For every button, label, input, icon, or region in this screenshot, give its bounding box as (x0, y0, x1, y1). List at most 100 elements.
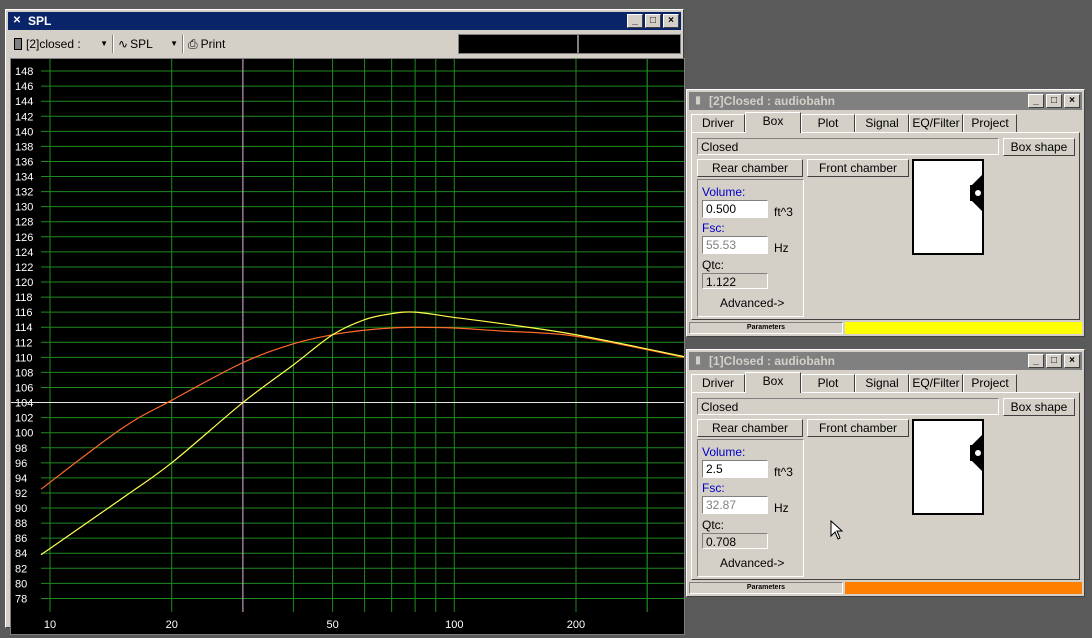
toolbar-divider (182, 35, 184, 53)
y-tick-label: 94 (15, 473, 27, 485)
tab-box[interactable]: Box (745, 112, 801, 133)
y-tick-label: 142 (15, 111, 33, 123)
minimize-icon[interactable]: _ (627, 14, 643, 28)
tab-plot[interactable]: Plot (801, 374, 855, 392)
maximize-icon[interactable]: □ (1046, 94, 1062, 108)
driver-select-label: [2]closed : (26, 37, 81, 51)
volume-input[interactable]: 0.500 (702, 200, 768, 218)
close-icon[interactable]: × (1064, 94, 1080, 108)
toolbar-divider (112, 35, 114, 53)
speaker-driver-icon (970, 175, 982, 211)
tab-eq-filter[interactable]: EQ/Filter (909, 114, 963, 132)
print-button-label: Print (200, 37, 226, 51)
speaker-icon: ▮ (695, 95, 701, 106)
tab-driver[interactable]: Driver (691, 374, 745, 392)
box-window-titlebar[interactable]: ▮ [2]Closed : audiobahn _ □ × (689, 92, 1082, 110)
driver-color-swatch (845, 322, 1082, 334)
y-tick-label: 132 (15, 187, 33, 199)
fsc-label: Fsc: (702, 481, 725, 495)
tab-project[interactable]: Project (963, 374, 1017, 392)
spl-plot-area[interactable]: 148 146 144 142 140 138 136 134 132 130 128 126 124 1… (10, 58, 685, 635)
rear-chamber-button[interactable]: Rear chamber (697, 419, 803, 437)
box-shape-button[interactable]: Box shape (1003, 398, 1075, 416)
tab-signal[interactable]: Signal (855, 114, 909, 132)
spl-window: ✕ SPL _ □ × [2]closed : ▼ ∿ SPL ▼ ⎙ Print … (5, 9, 685, 635)
box-panel: Closed Box shape Rear chamber Front cham… (691, 132, 1080, 320)
box-statusbar: Parameters (689, 582, 1082, 594)
box-window-title: [1]Closed : audiobahn (709, 354, 835, 368)
box-type-field[interactable]: Closed (697, 398, 999, 415)
y-tick-label: 130 (15, 202, 33, 214)
box-window-titlebar[interactable]: ▮ [1]Closed : audiobahn _ □ × (689, 352, 1082, 370)
chevron-down-icon: ▼ (100, 39, 108, 48)
tab-driver[interactable]: Driver (691, 114, 745, 132)
front-chamber-button[interactable]: Front chamber (807, 419, 909, 437)
y-tick-label: 148 (15, 66, 33, 78)
print-button[interactable]: ⎙ Print (188, 34, 238, 54)
maximize-icon[interactable]: □ (645, 14, 661, 28)
tab-signal[interactable]: Signal (855, 374, 909, 392)
speaker-driver-icon (970, 435, 982, 471)
front-chamber-button[interactable]: Front chamber (807, 159, 909, 177)
spl-window-title: SPL (28, 14, 52, 28)
close-icon[interactable]: × (663, 14, 679, 28)
box-type-field[interactable]: Closed (697, 138, 999, 155)
printer-icon: ⎙ (188, 37, 198, 51)
x-tick-label: 50 (326, 619, 338, 631)
y-tick-label: 118 (15, 292, 33, 304)
fsc-input[interactable]: 55.53 (702, 236, 768, 254)
fsc-label: Fsc: (702, 221, 725, 235)
readout-box-2 (578, 34, 681, 54)
x-tick-label: 10 (44, 619, 56, 631)
spl-titlebar[interactable]: ✕ SPL _ □ × (8, 12, 681, 30)
advanced-button[interactable]: Advanced-> (720, 296, 784, 310)
y-tick-label: 92 (15, 488, 27, 500)
close-icon[interactable]: × (1064, 354, 1080, 368)
y-tick-label: 126 (15, 232, 33, 244)
x-tick-label: 200 (567, 619, 585, 631)
spl-chart[interactable]: 148 146 144 142 140 138 136 134 132 130 128 126 124 1… (11, 59, 684, 634)
fsc-unit: Hz (774, 501, 789, 515)
tab-box[interactable]: Box (745, 372, 801, 393)
tab-project[interactable]: Project (963, 114, 1017, 132)
maximize-icon[interactable]: □ (1046, 354, 1062, 368)
y-tick-label: 108 (15, 367, 33, 379)
volume-unit: ft^3 (774, 465, 793, 479)
y-tick-label: 100 (15, 428, 33, 440)
box-window-title: [2]Closed : audiobahn (709, 94, 835, 108)
minimize-icon[interactable]: _ (1028, 354, 1044, 368)
mouse-cursor-icon (830, 520, 844, 540)
volume-input[interactable]: 2.5 (702, 460, 768, 478)
y-tick-label: 120 (15, 277, 33, 289)
driver-select[interactable]: [2]closed : ▼ (14, 34, 110, 54)
y-tick-label: 136 (15, 156, 33, 168)
y-tick-label: 110 (15, 352, 33, 364)
parameters-status: Parameters (689, 322, 843, 334)
fsc-input[interactable]: 32.87 (702, 496, 768, 514)
x-tick-label: 100 (445, 619, 463, 631)
volume-label: Volume: (702, 445, 746, 459)
box-shape-button[interactable]: Box shape (1003, 138, 1075, 156)
tab-plot[interactable]: Plot (801, 114, 855, 132)
y-tick-label: 146 (15, 81, 33, 93)
qtc-value: 1.122 (702, 273, 768, 289)
tab-eq-filter[interactable]: EQ/Filter (909, 374, 963, 392)
waveform-icon: ∿ (118, 37, 129, 51)
minimize-icon[interactable]: _ (1028, 94, 1044, 108)
volume-label: Volume: (702, 185, 746, 199)
series-line-1 (40, 326, 684, 490)
y-tick-label: 88 (15, 518, 27, 530)
y-tick-label: 104 (15, 398, 33, 410)
y-tick-label: 144 (15, 96, 33, 108)
y-tick-label: 106 (15, 382, 33, 394)
graph-select[interactable]: ∿ SPL ▼ (118, 34, 180, 54)
rear-chamber-button[interactable]: Rear chamber (697, 159, 803, 177)
parameters-status: Parameters (689, 582, 843, 594)
fsc-unit: Hz (774, 241, 789, 255)
advanced-button[interactable]: Advanced-> (720, 556, 784, 570)
y-tick-label: 78 (15, 593, 27, 605)
box-window-2: ▮ [2]Closed : audiobahn _ □ × Driver Box… (686, 89, 1085, 337)
y-tick-label: 122 (15, 262, 33, 274)
series-line-2 (40, 311, 684, 556)
y-tick-label: 80 (15, 578, 27, 590)
